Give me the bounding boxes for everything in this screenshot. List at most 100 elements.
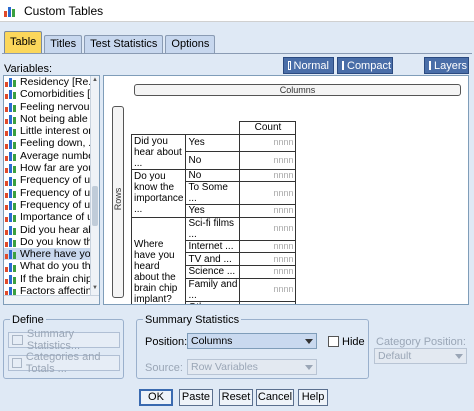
source-select[interactable]: Row Variables xyxy=(187,359,317,375)
categories-icon xyxy=(12,358,22,368)
category-label: Science ... xyxy=(185,264,241,279)
cancel-button[interactable]: Cancel xyxy=(256,389,294,406)
variable-item[interactable]: Feeling down, ... xyxy=(4,137,99,149)
variable-label: Not being able t... xyxy=(20,112,99,125)
variable-item[interactable]: Do you know th... xyxy=(4,236,99,248)
category-label: Internet ... xyxy=(185,239,241,254)
variable-item[interactable]: Residency [Re... xyxy=(4,76,99,88)
ok-button[interactable]: OK xyxy=(139,389,173,406)
variable-item[interactable]: Average numbe... xyxy=(4,150,99,162)
ordinal-variable-icon xyxy=(5,139,17,149)
ordinal-variable-icon xyxy=(5,249,17,260)
variable-item[interactable]: Frequency of u... xyxy=(4,199,99,211)
ordinal-variable-icon xyxy=(5,200,17,211)
variable-item[interactable]: Feeling nervou... xyxy=(4,101,99,113)
variable-label: If the brain chip ... xyxy=(20,272,99,285)
variable-item[interactable]: Where have yo... xyxy=(4,248,99,261)
count-header: Count xyxy=(239,121,297,135)
variable-item[interactable]: Comorbidities [... xyxy=(4,88,99,100)
variables-vertical-scrollbar[interactable]: ▲ ▼ xyxy=(90,76,99,304)
variable-label: Feeling nervou... xyxy=(20,100,99,113)
ordinal-variable-icon xyxy=(5,77,17,88)
ordinal-variable-icon xyxy=(5,274,17,284)
compact-view-label: Compact xyxy=(347,59,392,72)
ordinal-variable-icon xyxy=(5,114,17,125)
table-preview: Count Did you hear about ... Yes nnnn No nnnn… xyxy=(130,121,297,304)
paste-button[interactable]: Paste xyxy=(179,389,213,406)
category-position-value: Default xyxy=(378,350,412,362)
reset-button[interactable]: Reset xyxy=(219,389,253,406)
categories-and-totals-button[interactable]: Categories and Totals ... xyxy=(8,351,120,375)
category-label: Yes xyxy=(185,204,241,218)
position-label: Position: xyxy=(145,336,188,348)
variable-label: Frequency of u... xyxy=(20,174,99,187)
chevron-down-icon xyxy=(305,339,313,344)
variable-item[interactable]: Importance of u... xyxy=(4,211,99,223)
category-label: Other xyxy=(185,300,241,304)
tab-titles[interactable]: Titles xyxy=(44,35,83,53)
normal-view-label: Normal xyxy=(293,59,329,72)
tab-test-statistics[interactable]: Test Statistics xyxy=(84,35,164,53)
source-label: Source: xyxy=(145,362,183,374)
tab-strip: Table Titles Test Statistics Options xyxy=(4,31,217,53)
variable-item[interactable]: Frequency of u... xyxy=(4,187,99,199)
title-bar: Custom Tables xyxy=(0,0,474,22)
row-variable-label[interactable]: Where have you heard about the brain chi… xyxy=(130,216,187,304)
categories-and-totals-label: Categories and Totals ... xyxy=(25,351,101,375)
ordinal-variable-icon xyxy=(5,212,17,223)
ordinal-variable-icon xyxy=(5,237,17,247)
variable-item[interactable]: Did you hear ab... xyxy=(4,224,99,236)
variable-label: What do you thi... xyxy=(20,260,99,273)
category-label: Family and ... xyxy=(185,277,241,302)
variables-label: Variables: xyxy=(4,63,53,75)
tab-options[interactable]: Options xyxy=(165,35,216,53)
summary-statistics-button[interactable]: Summary Statistics... xyxy=(8,328,120,352)
position-value: Columns xyxy=(191,335,233,347)
scroll-up-icon[interactable]: ▲ xyxy=(91,77,99,86)
count-cell: nnnn xyxy=(239,264,297,279)
variable-item[interactable]: Not being able t... xyxy=(4,113,99,125)
variables-list[interactable]: Residency [Re... Comorbidities [... Feelin… xyxy=(3,75,100,305)
variable-item[interactable]: Little interest or... xyxy=(4,125,99,137)
layers-button[interactable]: Layers xyxy=(424,57,469,74)
ordinal-variable-icon xyxy=(5,176,17,186)
scroll-thumb[interactable] xyxy=(92,186,98,226)
variable-item[interactable]: Frequency of u... xyxy=(4,174,99,186)
scroll-down-icon[interactable]: ▼ xyxy=(91,285,99,294)
help-button[interactable]: Help xyxy=(298,389,328,406)
rows-drop-zone[interactable]: Rows xyxy=(112,106,124,298)
variable-label: Feeling down, ... xyxy=(20,137,98,150)
compact-view-button[interactable]: Compact xyxy=(337,57,393,74)
tab-divider xyxy=(2,53,472,54)
variable-label: Frequency of u... xyxy=(20,186,99,199)
category-label: TV and ... xyxy=(185,252,241,266)
category-position-select[interactable]: Default xyxy=(374,348,467,364)
row-variable-label[interactable]: Did you hear about ... xyxy=(130,133,187,170)
ordinal-variable-icon xyxy=(5,188,17,198)
define-group: Define Summary Statistics... Categories … xyxy=(3,314,124,379)
hide-checkbox[interactable] xyxy=(328,336,339,347)
table-canvas[interactable]: Columns Rows Count Did you hear about ...… xyxy=(103,75,469,305)
table-row: Did you hear about ... Yes nnnn xyxy=(130,133,297,170)
position-select[interactable]: Columns xyxy=(187,333,317,349)
compact-view-icon xyxy=(342,61,344,70)
count-cell: nnnn xyxy=(239,181,297,206)
category-label: To Some ... xyxy=(185,181,241,206)
chevron-down-icon xyxy=(455,354,463,359)
variable-label: Comorbidities [... xyxy=(20,88,99,101)
row-variable-label[interactable]: Do you know the importance ... xyxy=(130,168,187,218)
source-value: Row Variables xyxy=(191,361,258,373)
normal-view-icon xyxy=(288,61,291,70)
ordinal-variable-icon xyxy=(5,163,17,174)
category-label: No xyxy=(185,151,241,170)
tab-table[interactable]: Table xyxy=(4,31,43,53)
ordinal-variable-icon xyxy=(5,225,17,235)
variables-horizontal-scrollbar[interactable] xyxy=(4,295,99,304)
variable-label: Residency [Re... xyxy=(20,76,98,88)
count-cell: nnnn xyxy=(239,239,297,254)
variable-item[interactable]: What do you thi... xyxy=(4,260,99,272)
variable-item[interactable]: If the brain chip ... xyxy=(4,273,99,285)
normal-view-button[interactable]: Normal xyxy=(283,57,334,74)
variable-item[interactable]: How far are you... xyxy=(4,162,99,174)
columns-drop-zone[interactable]: Columns xyxy=(134,84,461,96)
